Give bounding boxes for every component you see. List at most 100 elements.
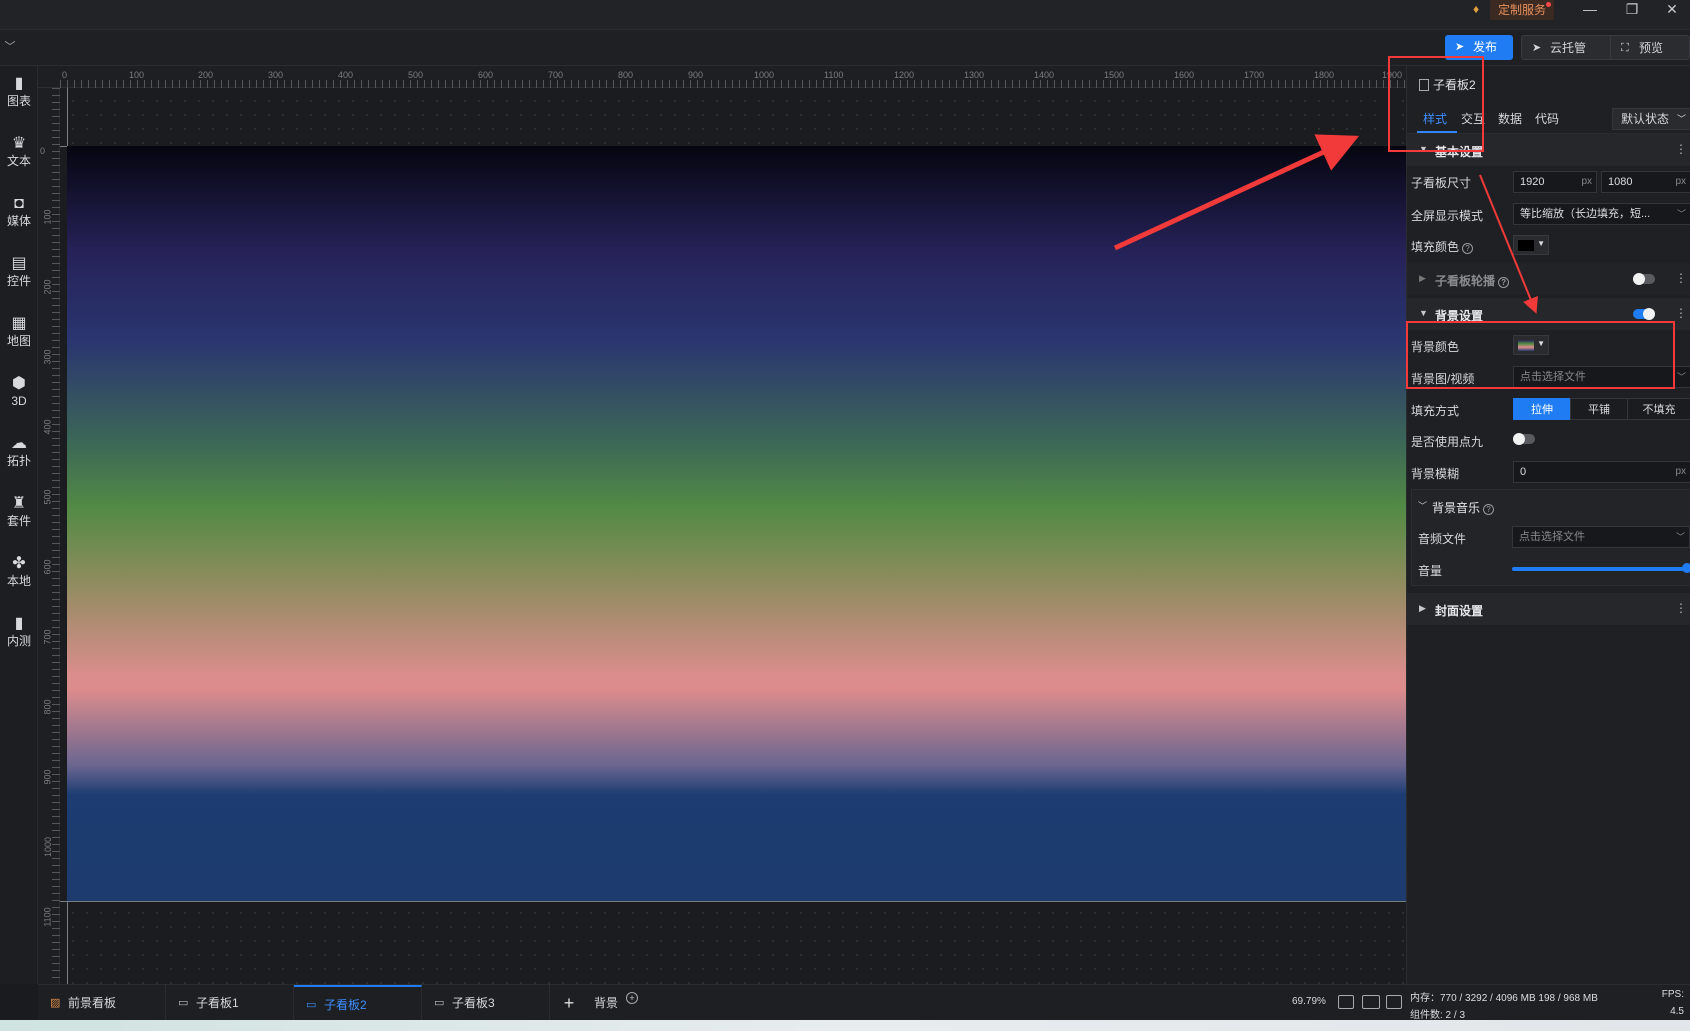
section-carousel[interactable]: ▶ 子看板轮播? ⋮ <box>1407 263 1690 295</box>
section-basic-settings[interactable]: ▼ 基本设置 ⋮ <box>1407 134 1690 166</box>
background-music-group: ﹀ 背景音乐? 音频文件 点击选择文件 ﹀ 音量 <box>1411 489 1690 586</box>
ruler-label: 800 <box>42 699 53 715</box>
ruler-label: 1200 <box>894 70 915 80</box>
chevron-down-icon[interactable]: ﹀ <box>1418 499 1427 512</box>
ruler-label: 1700 <box>1244 70 1265 80</box>
ruler-label: 500 <box>408 70 424 80</box>
sidebar-item-map[interactable]: ▦ 地图 <box>0 306 38 362</box>
volume-slider-handle[interactable] <box>1682 563 1690 573</box>
widget-icon: ▤ <box>11 255 27 272</box>
height-input[interactable]: 1080 px <box>1601 171 1690 193</box>
publish-button[interactable]: ➤ 发布 <box>1445 35 1513 60</box>
caret-right-icon: ▶ <box>1419 603 1426 613</box>
panel-tabs: 样式 交互 数据 代码 默认状态 ﹀ <box>1407 104 1690 134</box>
color-preview <box>1518 340 1534 351</box>
tab-label: 前景看板 <box>68 996 117 1010</box>
sidebar-item-kit[interactable]: ♜ 套件 <box>0 486 38 542</box>
audio-file-select[interactable]: 点击选择文件 ﹀ <box>1512 526 1690 548</box>
ruler-label: 700 <box>42 629 53 645</box>
tab-sub-board-3[interactable]: ▭ 子看板3 <box>422 985 550 1021</box>
terminal-icon[interactable] <box>1386 995 1402 1009</box>
minimize-button[interactable]: — <box>1570 0 1610 20</box>
fill-mode-stretch[interactable]: 拉伸 <box>1513 398 1571 420</box>
more-icon[interactable]: ⋮ <box>1675 306 1687 320</box>
more-icon[interactable]: ⋮ <box>1675 142 1687 156</box>
background-blur-input[interactable]: 0 px <box>1513 461 1690 483</box>
fill-mode-none[interactable]: 不填充 <box>1627 398 1690 420</box>
tab-interaction[interactable]: 交互 <box>1461 110 1485 127</box>
preview-button[interactable]: ⛶ 预览 <box>1610 35 1690 60</box>
ruler-label: 1300 <box>964 70 985 80</box>
chevron-down-icon: ﹀ <box>1676 209 1686 219</box>
cloud-hosting-label: 云托管 <box>1550 41 1587 55</box>
custom-service-button[interactable]: 定制服务 <box>1490 0 1555 20</box>
sidebar-item-widget[interactable]: ▤ 控件 <box>0 246 38 302</box>
publish-label: 发布 <box>1473 40 1498 54</box>
section-cover-settings[interactable]: ▶ 封面设置 ⋮ <box>1407 593 1690 625</box>
ruler-label: 100 <box>42 209 53 225</box>
width-input[interactable]: 1920 px <box>1513 171 1597 193</box>
tab-label: 子看板1 <box>196 996 239 1010</box>
state-select[interactable]: 默认状态 ﹀ <box>1612 108 1690 130</box>
tab-data[interactable]: 数据 <box>1498 110 1522 127</box>
fullscreen-icon: ⛶ <box>1621 42 1629 54</box>
sidebar-item-text[interactable]: ♛ 文本 <box>0 126 38 182</box>
fps-value: 4.5 <box>1670 1006 1684 1017</box>
section-title: 封面设置 <box>1435 604 1484 618</box>
sidebar-item-label: 内测 <box>6 634 31 648</box>
sidebar-item-chart[interactable]: ▮ 图表 <box>0 66 38 122</box>
more-icon[interactable]: ⋮ <box>1675 601 1687 615</box>
add-circle-icon[interactable]: + <box>626 992 638 1004</box>
custom-service-label: 定制服务 <box>1498 3 1547 17</box>
width-value: 1920 <box>1520 176 1545 188</box>
more-icon[interactable]: ⋮ <box>1675 271 1687 285</box>
zoom-level[interactable]: 69.79% <box>1292 996 1326 1007</box>
volume-slider[interactable] <box>1512 567 1688 571</box>
editor-canvas[interactable]: 0 100 200 300 400 500 600 700 800 900 10… <box>38 66 1406 984</box>
ruler-label: 600 <box>42 559 53 575</box>
cloud-hosting-button[interactable]: ➤ 云托管 <box>1521 35 1617 60</box>
tab-sub-board-2[interactable]: ▭ 子看板2 <box>294 985 422 1021</box>
board-background-gradient[interactable] <box>67 146 1406 901</box>
help-icon[interactable]: ? <box>1498 277 1510 288</box>
sidebar-item-3d[interactable]: ⬢ 3D <box>0 366 38 422</box>
fill-color-label: 填充颜色? <box>1411 238 1474 255</box>
tab-style[interactable]: 样式 <box>1423 110 1447 127</box>
tab-background[interactable]: 背景 + <box>594 985 638 1021</box>
nine-patch-toggle[interactable] <box>1513 433 1535 445</box>
keyboard-icon[interactable] <box>1362 995 1380 1009</box>
section-background-settings[interactable]: ▼ 背景设置 ⋮ <box>1407 298 1690 330</box>
color-preview <box>1518 240 1534 251</box>
background-media-select[interactable]: 点击选择文件 ﹀ <box>1513 366 1690 388</box>
ruler-label: 0 <box>62 70 68 80</box>
fill-mode-tile[interactable]: 平铺 <box>1570 398 1628 420</box>
topology-icon: ☁ <box>11 435 27 452</box>
sidebar-item-beta[interactable]: ▮ 内测 <box>0 606 38 662</box>
background-toggle[interactable] <box>1633 308 1655 320</box>
music-title-text: 背景音乐 <box>1432 501 1481 515</box>
fullscreen-mode-select[interactable]: 等比缩放（长边填充，短... ﹀ <box>1513 203 1690 225</box>
add-board-button[interactable]: + <box>554 985 584 1021</box>
tab-code[interactable]: 代码 <box>1535 110 1559 127</box>
sidebar-item-topology[interactable]: ☁ 拓扑 <box>0 426 38 482</box>
tab-sub-board-1[interactable]: ▭ 子看板1 <box>166 985 294 1021</box>
help-icon[interactable]: ? <box>1462 243 1474 254</box>
sidebar-item-local[interactable]: ✤ 本地 <box>0 546 38 602</box>
document-icon <box>1419 79 1429 91</box>
board-icon: ▭ <box>434 997 445 1009</box>
tab-foreground-board[interactable]: ▨ 前景看板 <box>38 985 166 1021</box>
ruler-label: 1800 <box>1314 70 1335 80</box>
help-icon[interactable]: ? <box>1483 504 1495 515</box>
restore-button[interactable]: ❐ <box>1612 0 1652 20</box>
fill-color-picker[interactable]: ▼ <box>1513 235 1549 255</box>
carousel-toggle[interactable] <box>1633 273 1655 285</box>
background-color-picker[interactable]: ▼ <box>1513 335 1549 355</box>
ruler-label: 1900 <box>1382 70 1403 80</box>
chevron-down-icon[interactable]: ﹀ <box>2 38 18 56</box>
sidebar-item-media[interactable]: ◘ 媒体 <box>0 186 38 242</box>
ruler-label: 0 <box>40 146 46 156</box>
toggle-knob <box>1633 273 1645 285</box>
fit-screen-icon[interactable] <box>1338 995 1354 1009</box>
close-button[interactable]: ✕ <box>1652 0 1690 20</box>
map-icon: ▦ <box>11 315 27 332</box>
